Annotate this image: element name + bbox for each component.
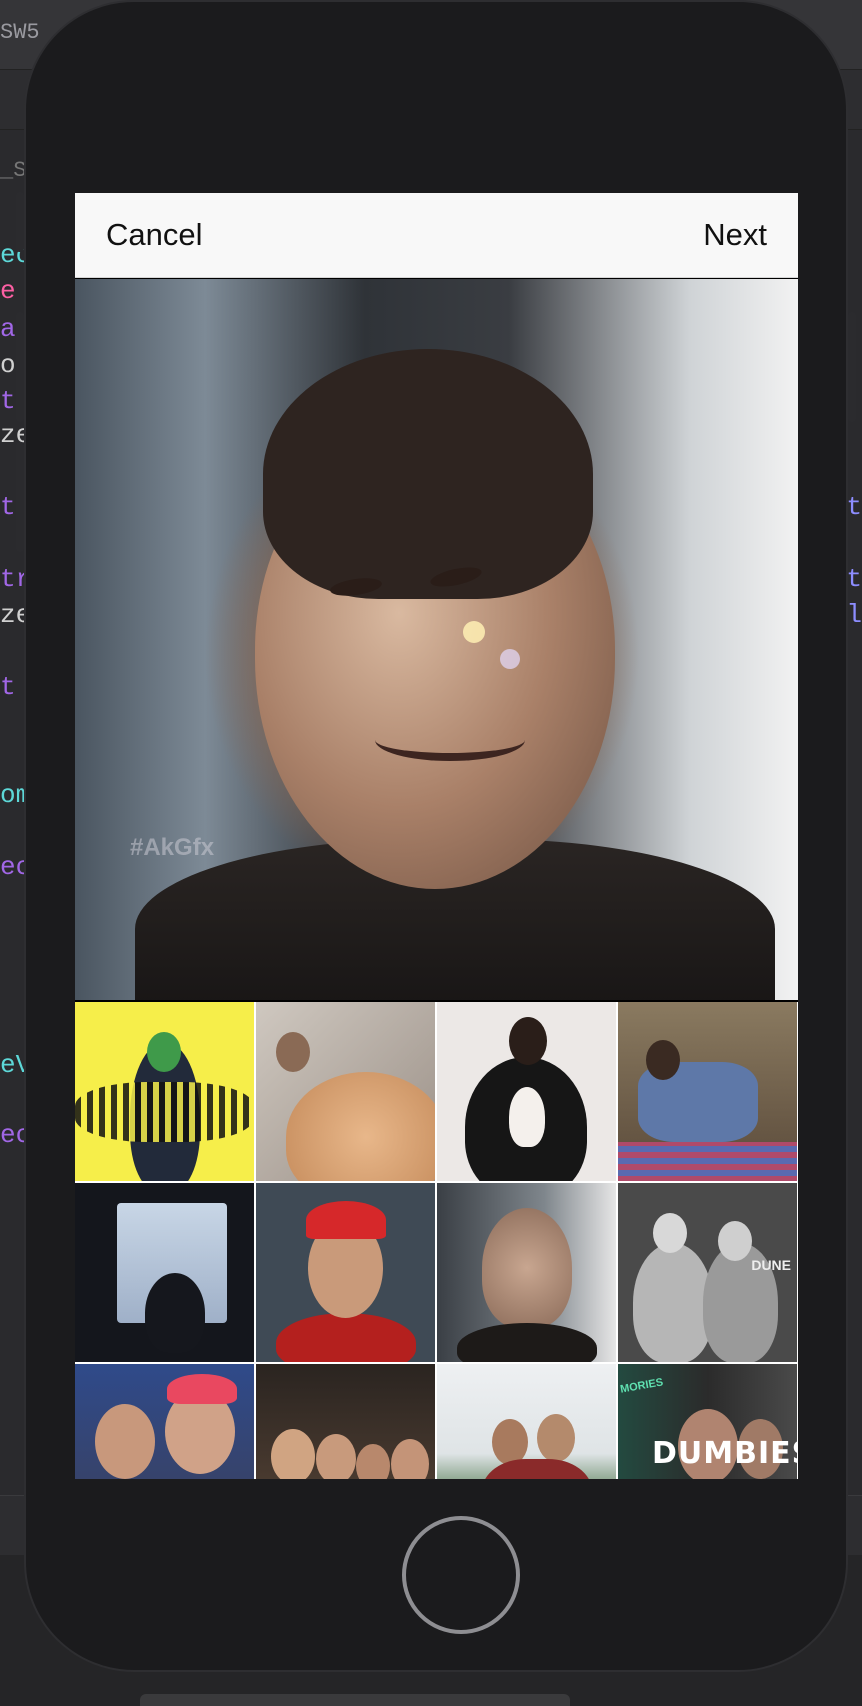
- thumbnail-smiling-portrait[interactable]: [437, 1183, 616, 1362]
- thumbnail-yellow-art-portrait[interactable]: [75, 1002, 254, 1181]
- lens-flare: [500, 649, 520, 669]
- next-button[interactable]: Next: [703, 217, 767, 253]
- preview-mouth: [375, 719, 525, 761]
- thumbnail-window-silhouette[interactable]: [75, 1183, 254, 1362]
- photo-thumbnail-grid: DUNE DUMBIES MORIES: [75, 1002, 798, 1479]
- thumbnail-selfie-with-cat[interactable]: [256, 1002, 435, 1181]
- home-button[interactable]: [402, 1516, 520, 1634]
- power-button: [848, 312, 856, 422]
- thumbnail-two-friends-bw[interactable]: DUNE: [618, 1183, 797, 1362]
- thumbnail-tag: MORIES: [619, 1376, 665, 1396]
- thumbnail-boy-red-cap[interactable]: [256, 1183, 435, 1362]
- volume-down-button: [16, 442, 24, 552]
- code-fragment: l: [846, 600, 862, 630]
- device-screen: Cancel Next #AkGfx DUNE DUMBIE MORIES: [75, 193, 798, 1479]
- selected-photo-preview[interactable]: #AkGfx: [75, 279, 798, 1000]
- code-fragment: t: [0, 672, 16, 702]
- code-fragment: t: [846, 564, 862, 594]
- code-fragment: t: [0, 492, 16, 522]
- code-fragment: o: [0, 350, 16, 380]
- preview-hair: [263, 349, 593, 599]
- thumbnail-holding-white-cat[interactable]: [437, 1002, 616, 1181]
- code-fragment: t: [846, 492, 862, 522]
- code-fragment: t: [0, 386, 16, 416]
- mute-switch: [16, 192, 24, 252]
- preview-watermark: #AkGfx: [130, 834, 215, 861]
- thumbnail-friends-outdoor[interactable]: [437, 1364, 616, 1479]
- thumbnail-group-selfie-night[interactable]: [256, 1364, 435, 1479]
- editor-tab-title[interactable]: SW5: [0, 20, 40, 45]
- thumbnail-dumbies-photo[interactable]: DUMBIES MORIES: [618, 1364, 797, 1479]
- thumbnail-sitting-on-chair-phone[interactable]: [618, 1002, 797, 1181]
- navigation-bar: Cancel Next: [75, 193, 798, 278]
- horizontal-scrollbar[interactable]: [140, 1694, 570, 1706]
- volume-up-button: [16, 312, 24, 422]
- lens-flare: [463, 621, 485, 643]
- thumbnail-selfie-two-friends[interactable]: [75, 1364, 254, 1479]
- thumbnail-caption: DUMBIES: [652, 1436, 797, 1471]
- cancel-button[interactable]: Cancel: [106, 217, 203, 253]
- code-fragment: e: [0, 276, 16, 306]
- code-fragment: a: [0, 314, 16, 344]
- thumbnail-caption: DUNE: [751, 1257, 791, 1273]
